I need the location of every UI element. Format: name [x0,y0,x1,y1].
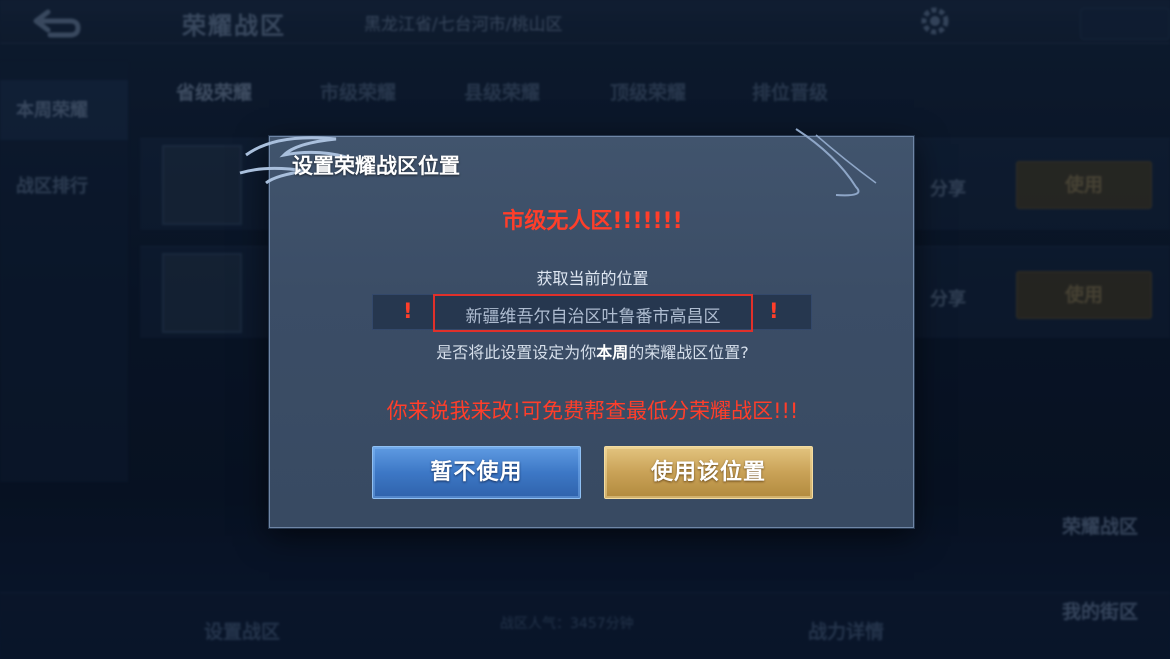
exclamation-left: ! [403,299,413,323]
dialog-title: 设置荣耀战区位置 [292,154,460,178]
promo-text: 你来说我来改!可免费帮查最低分荣耀战区!!! [386,399,799,423]
location-highlight-box: 新疆维吾尔自治区吐鲁番市高昌区 [433,294,753,332]
location-dialog: 设置荣耀战区位置 市级无人区!!!!!!! 获取当前的位置 ! 新疆维吾尔自治区… [239,128,915,528]
warning-headline: 市级无人区!!!!!!! [502,209,683,234]
question-prefix: 是否将此设置设定为你 [436,343,597,362]
question-emphasis: 本周 [596,343,629,362]
game-screen: 荣耀战区 黑龙江省/七台河市/桃山区 本周荣耀 战区排行 省级荣耀 市级荣耀 县… [0,0,1170,659]
location-field: ! 新疆维吾尔自治区吐鲁番市高昌区 ! [372,294,812,332]
get-location-label: 获取当前的位置 [536,269,649,288]
question-suffix: 的荣耀战区位置? [628,343,749,362]
use-location-button[interactable]: 使用该位置 [604,446,813,499]
exclamation-right: ! [769,299,779,323]
cancel-button[interactable]: 暂不使用 [372,446,581,499]
location-value: 新疆维吾尔自治区吐鲁番市高昌区 [465,307,721,327]
confirm-question: 是否将此设置设定为你本周的荣耀战区位置? [270,339,915,363]
